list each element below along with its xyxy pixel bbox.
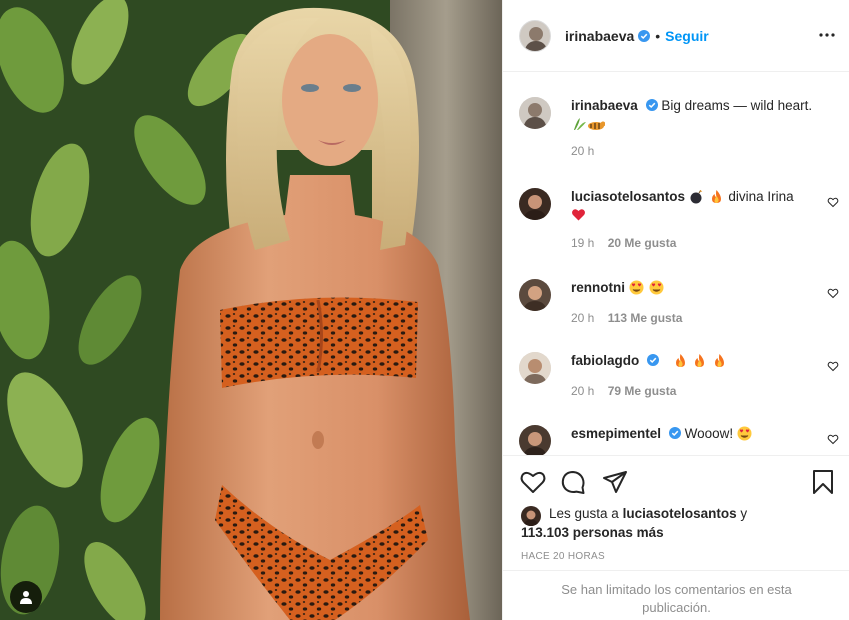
post-time-ago[interactable]: HACE 20 HORAS: [521, 551, 605, 562]
caption-avatar[interactable]: [519, 97, 551, 129]
user-icon: [20, 591, 32, 604]
verified-badge-icon: [645, 99, 658, 111]
comment-text: Wooow!: [684, 426, 734, 441]
comment-like-heart-icon[interactable]: [827, 360, 839, 372]
liker-avatar[interactable]: [521, 506, 541, 526]
verified-badge-icon: [668, 427, 681, 439]
comments-list[interactable]: irinabaeva Big dreams — wild heart. 20 h…: [503, 73, 849, 455]
comment-likes[interactable]: 113 Me gusta: [608, 311, 683, 325]
bomb-emoji-icon: [690, 189, 703, 204]
comment-likes[interactable]: 20 Me gusta: [608, 236, 677, 250]
comment-username[interactable]: luciasotelosantos: [571, 189, 685, 204]
comment-time[interactable]: 19 h: [571, 236, 594, 250]
comment-username[interactable]: esmepimentel: [571, 426, 661, 441]
verified-badge-icon: [638, 29, 651, 42]
caption-text: Big dreams — wild heart.: [661, 98, 813, 113]
commenter-avatar[interactable]: [519, 352, 551, 384]
more-options-button[interactable]: [818, 26, 836, 44]
likes-count[interactable]: 113.103 personas más: [521, 525, 664, 540]
verified-badge-icon: [647, 354, 660, 366]
heart-eyes-emoji-icon: [649, 280, 664, 295]
commenter-avatar[interactable]: [519, 279, 551, 311]
heart-eyes-emoji-icon: [737, 426, 752, 441]
comment-emoji-line: [571, 206, 821, 224]
like-button[interactable]: [519, 468, 547, 496]
post-side-panel: irinabaeva • Seguir irinabaeva Big dream…: [502, 0, 849, 620]
caption-time[interactable]: 20 h: [571, 144, 594, 158]
comment-icon: [561, 471, 585, 494]
caption-username[interactable]: irinabaeva: [571, 98, 638, 113]
author-username[interactable]: irinabaeva: [565, 28, 634, 44]
commenter-avatar[interactable]: [519, 425, 551, 455]
header-separator: •: [655, 27, 661, 44]
likes-summary: Les gusta a luciasotelosantos y 113.103 …: [521, 504, 841, 542]
comment-likes[interactable]: 79 Me gusta: [608, 384, 677, 398]
comment-like-heart-icon[interactable]: [827, 287, 839, 299]
post-actions: Les gusta a luciasotelosantos y 113.103 …: [503, 455, 849, 620]
likes-user[interactable]: luciasotelosantos: [623, 506, 737, 521]
heart-eyes-emoji-icon: [629, 280, 644, 295]
share-button[interactable]: [601, 468, 629, 496]
follow-button[interactable]: Seguir: [665, 28, 709, 44]
heart-icon: [520, 471, 546, 493]
paper-plane-icon: [603, 471, 627, 493]
fire-emoji-icon: [711, 190, 721, 203]
fire-emoji-icon: [695, 354, 705, 367]
more-options-icon: [819, 33, 835, 37]
action-bar: [519, 468, 837, 496]
comment-time[interactable]: 20 h: [571, 384, 594, 398]
fire-emoji-icon: [715, 354, 725, 367]
red-heart-emoji-icon: [572, 209, 585, 221]
comment-username[interactable]: rennotni: [571, 280, 625, 295]
bookmark-icon: [813, 470, 833, 494]
comments-limited-notice: Se han limitado los comentarios en esta …: [503, 570, 849, 620]
likes-prefix: Les gusta a: [549, 506, 619, 521]
fire-emoji-icon: [675, 354, 685, 367]
caption-emoji-line: [571, 116, 821, 134]
comment-button[interactable]: [559, 468, 587, 496]
author-avatar[interactable]: [519, 19, 551, 52]
comment-time[interactable]: 20 h: [571, 311, 594, 325]
post-header: irinabaeva • Seguir: [503, 0, 849, 72]
plant-tiger-emoji-icon: [574, 118, 606, 130]
tagged-users-button[interactable]: [10, 581, 42, 613]
comment-username[interactable]: fabiolagdo: [571, 353, 639, 368]
save-button[interactable]: [809, 468, 837, 496]
comment-like-heart-icon[interactable]: [827, 196, 839, 208]
comment-like-heart-icon[interactable]: [827, 433, 839, 445]
post-image: [0, 0, 502, 620]
post-photo[interactable]: [0, 0, 502, 620]
likes-middle: y: [740, 506, 748, 521]
comment-text: divina Irina: [728, 189, 794, 204]
commenter-avatar[interactable]: [519, 188, 551, 220]
